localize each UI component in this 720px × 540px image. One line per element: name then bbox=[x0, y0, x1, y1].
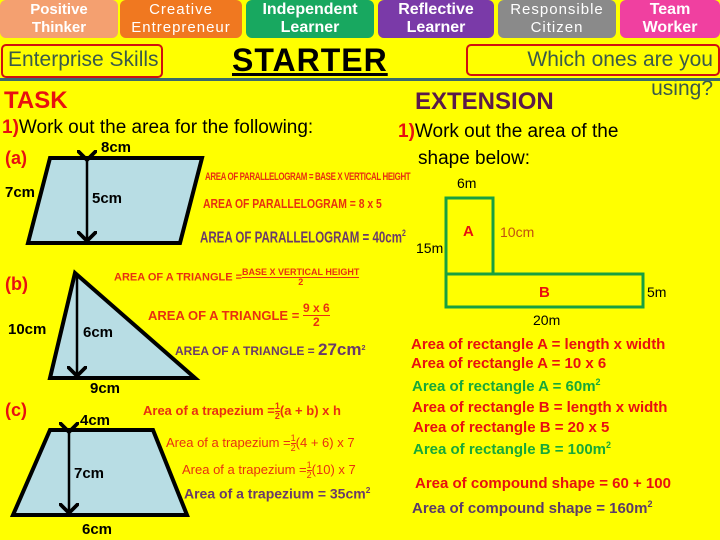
working-text: Area of rectangle A = 10 x 6 bbox=[411, 355, 607, 372]
dim-label: 7cm bbox=[74, 465, 105, 482]
extension-instruction: 1)Work out the area of the bbox=[398, 121, 618, 143]
dim-label: 10cm bbox=[8, 321, 47, 338]
rectangle-b-label: B bbox=[539, 284, 550, 301]
dim-label: 6cm bbox=[83, 324, 114, 341]
working-text: Area of rectangle B = length x width bbox=[412, 399, 668, 416]
numerator: 9 x 6 bbox=[302, 301, 330, 316]
extension-heading: EXTENSION bbox=[415, 88, 554, 115]
formula: AREA OF A TRIANGLE = 27cm2 bbox=[175, 340, 366, 360]
formula-text: (a + b) x h bbox=[279, 402, 341, 418]
working-text: Area of compound shape = 60 + 100 bbox=[415, 475, 671, 492]
working-line: Area of rectangle A = 60m2 bbox=[412, 377, 601, 395]
formula: AREA OF A TRIANGLE = BASE X VERTICAL HEIG… bbox=[114, 268, 360, 287]
denominator: 2 bbox=[312, 315, 320, 329]
working-line: Area of rectangle B = 100m2 bbox=[413, 440, 611, 458]
dim-label: 7cm bbox=[5, 184, 36, 201]
squared: 2 bbox=[361, 343, 366, 352]
working-text: Area of rectangle A = 60m bbox=[412, 378, 596, 395]
dim-label: 6m bbox=[457, 175, 477, 191]
extension-instruction-line2: shape below: bbox=[418, 148, 530, 169]
denominator: 2 bbox=[298, 277, 304, 287]
working-line: Area of rectangle B = 20 x 5 bbox=[413, 419, 609, 436]
formula-text: Area of a trapezium = 35cm bbox=[184, 485, 366, 502]
formula-text: AREA OF A TRIANGLE = bbox=[114, 271, 243, 284]
dim-label: 15m bbox=[416, 240, 444, 256]
squared: 2 bbox=[595, 377, 601, 387]
formula-value: 27cm bbox=[318, 340, 362, 359]
working-text: Area of rectangle B = 100m bbox=[413, 441, 607, 458]
dim-label: 9cm bbox=[90, 380, 121, 397]
formula-text: (4 + 6) x 7 bbox=[295, 434, 355, 450]
dim-label: 20m bbox=[533, 312, 561, 328]
formula-text: Area of a trapezium = bbox=[182, 461, 307, 477]
dim-label: 5cm bbox=[92, 190, 123, 207]
formula: AREA OF PARALLELOGRAM = 40cm2 bbox=[200, 228, 406, 247]
formula: AREA OF PARALLELOGRAM = BASE X VERTICAL … bbox=[205, 171, 411, 183]
part-b-label: (b) bbox=[5, 274, 28, 294]
working-line: Area of rectangle B = length x width bbox=[412, 399, 667, 416]
formula: Area of a trapezium = 35cm2 bbox=[184, 485, 370, 502]
dim-label: 4cm bbox=[80, 412, 111, 429]
extension-instruction-text: Work out the area of the bbox=[414, 121, 619, 142]
formula: Area of a trapezium = 1 2(4 + 6) x 7 bbox=[166, 434, 355, 453]
working-line: Area of rectangle A = 10 x 6 bbox=[411, 355, 606, 372]
part-a-label: (a) bbox=[5, 148, 27, 168]
formula: Area of a trapezium = 1 2(a + b) x h bbox=[143, 402, 341, 421]
squared: 2 bbox=[647, 499, 653, 509]
formula-text: Area of a trapezium = bbox=[166, 434, 291, 450]
formula-text: Area of a trapezium = bbox=[143, 402, 275, 418]
dim-label: 8cm bbox=[101, 139, 132, 156]
squared: 2 bbox=[606, 440, 612, 450]
dim-label: 10cm bbox=[500, 224, 535, 240]
formula: AREA OF A TRIANGLE = 9 x 62 bbox=[148, 302, 330, 329]
working-text: Area of compound shape = 160m bbox=[412, 500, 648, 517]
working-line: Area of compound shape = 160m2 bbox=[412, 499, 653, 517]
shapes bbox=[9, 0, 645, 517]
formula-text: AREA OF PARALLELOGRAM = 40cm bbox=[200, 229, 402, 247]
formula-text: (10) x 7 bbox=[311, 461, 356, 477]
formula-text: AREA OF A TRIANGLE = bbox=[175, 344, 315, 358]
formula-text: AREA OF A TRIANGLE = bbox=[148, 308, 300, 323]
working-text: Area of rectangle B = 20 x 5 bbox=[413, 419, 610, 436]
extension-number: 1) bbox=[398, 121, 415, 142]
squared: 2 bbox=[401, 228, 406, 239]
dim-label: 6cm bbox=[82, 521, 113, 538]
squared: 2 bbox=[365, 485, 371, 495]
formula: Area of a trapezium = 1 2(10) x 7 bbox=[182, 461, 356, 480]
part-c-label: (c) bbox=[5, 400, 27, 420]
working-line: Area of rectangle A = length x width bbox=[411, 336, 665, 353]
working-text: Area of rectangle A = length x width bbox=[411, 336, 666, 353]
formula: AREA OF PARALLELOGRAM = 8 x 5 bbox=[203, 196, 382, 211]
rectangle-a-label: A bbox=[463, 223, 474, 240]
working-line: Area of compound shape = 60 + 100 bbox=[415, 475, 671, 492]
dim-label: 5m bbox=[647, 284, 667, 300]
